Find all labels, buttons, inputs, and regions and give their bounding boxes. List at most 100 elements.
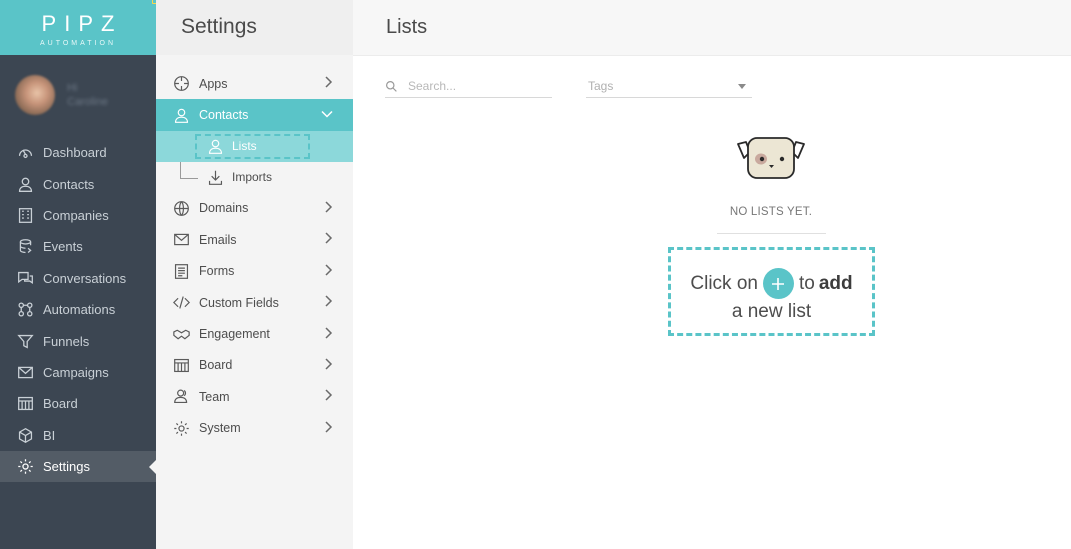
nav-item-settings[interactable]: Settings <box>0 450 156 483</box>
settings-subitem-imports[interactable]: Imports <box>156 162 353 193</box>
cta-middle: to <box>798 272 815 294</box>
settings-item-contacts[interactable]: Contacts <box>156 99 353 131</box>
chevron-down-icon <box>321 108 333 122</box>
nav-item-label: Events <box>43 239 83 255</box>
settings-subitem-lists[interactable]: Lists <box>156 130 353 162</box>
chevron-right-icon <box>323 295 333 310</box>
nav-item-companies[interactable]: Companies <box>0 200 156 231</box>
settings-item-label: Apps <box>199 76 228 91</box>
cta-suffix: a new list <box>731 301 812 322</box>
user-profile[interactable]: Hi Caroline <box>0 55 156 135</box>
nav-item-label: Contacts <box>43 176 95 192</box>
globe-icon <box>172 199 190 217</box>
settings-item-forms[interactable]: Forms <box>156 256 353 287</box>
settings-panel: Settings Apps Contacts Lists Imports Dom… <box>156 0 353 549</box>
settings-item-board[interactable]: Board <box>156 350 353 381</box>
gear-icon <box>16 458 34 476</box>
nav-item-label: Settings <box>43 459 90 475</box>
nav-item-bi[interactable]: BI <box>0 420 156 451</box>
nav-item-automations[interactable]: Automations <box>0 294 156 325</box>
apps-icon <box>172 75 190 93</box>
settings-item-label: Custom Fields <box>199 295 279 310</box>
gear-icon <box>172 419 190 437</box>
empty-state-message: NO LISTS YET. <box>729 206 813 218</box>
settings-item-label: Board <box>199 358 233 373</box>
settings-item-custom-fields[interactable]: Custom Fields <box>156 287 353 318</box>
search-field[interactable] <box>385 75 552 98</box>
nav-item-label: BI <box>43 427 56 443</box>
dashboard-icon <box>16 144 34 162</box>
chat-icon <box>16 269 34 287</box>
nav-item-label: Companies <box>43 207 109 223</box>
mail-icon <box>16 363 34 381</box>
chevron-right-icon <box>323 76 333 91</box>
settings-item-system[interactable]: System <box>156 413 353 444</box>
settings-item-engagement[interactable]: Engagement <box>156 318 353 349</box>
settings-item-label: Team <box>199 389 230 404</box>
chevron-right-icon <box>323 421 333 436</box>
board-icon <box>16 395 34 413</box>
settings-item-emails[interactable]: Emails <box>156 224 353 255</box>
nav-item-dashboard[interactable]: Dashboard <box>0 137 156 168</box>
settings-item-domains[interactable]: Domains <box>156 193 353 224</box>
nav-item-campaigns[interactable]: Campaigns <box>0 357 156 388</box>
chevron-right-icon <box>323 201 333 216</box>
user-icon <box>16 175 34 193</box>
nav-item-label: Conversations <box>43 270 127 286</box>
cta-prefix: Click on <box>690 272 758 294</box>
chevron-right-icon <box>323 389 333 404</box>
settings-item-team[interactable]: Team <box>156 381 353 412</box>
building-icon <box>16 206 34 224</box>
nav-item-label: Funnels <box>43 333 90 349</box>
chevron-right-icon <box>323 264 333 279</box>
nav-item-board[interactable]: Board <box>0 388 156 419</box>
dog-mascot-icon <box>737 137 805 179</box>
settings-menu: Apps Contacts Lists Imports Domains Emai… <box>156 68 353 444</box>
tags-select[interactable]: Tags <box>586 75 752 98</box>
user-icon <box>172 106 190 124</box>
brand-logo[interactable]: PIPZ AUTOMATION <box>0 0 157 55</box>
avatar[interactable] <box>15 75 55 115</box>
chevron-right-icon <box>323 232 333 247</box>
settings-subitem-label: Lists <box>232 139 257 154</box>
nav-item-label: Board <box>43 396 78 412</box>
nav-item-events[interactable]: Events <box>0 231 156 262</box>
nav-item-label: Automations <box>43 302 116 318</box>
search-input[interactable] <box>408 79 538 93</box>
settings-item-label: Engagement <box>199 327 270 342</box>
brand-tagline: AUTOMATION <box>39 40 117 47</box>
code-icon <box>172 294 190 312</box>
settings-item-label: Domains <box>199 201 249 216</box>
cube-icon <box>16 426 34 444</box>
nav-item-funnels[interactable]: Funnels <box>0 325 156 356</box>
settings-title: Settings <box>156 0 353 55</box>
nav-item-label: Dashboard <box>43 145 107 161</box>
page-title: Lists <box>353 0 1071 56</box>
funnel-icon <box>16 332 34 350</box>
nav-item-label: Campaigns <box>43 364 109 380</box>
chevron-right-icon <box>323 327 333 342</box>
nav-item-contacts[interactable]: Contacts <box>0 168 156 199</box>
team-icon <box>172 388 190 406</box>
form-icon <box>172 262 190 280</box>
plus-icon <box>772 277 785 290</box>
board-icon <box>172 356 190 374</box>
settings-item-apps[interactable]: Apps <box>156 68 353 99</box>
profile-greeting: Hi <box>67 82 78 94</box>
settings-item-label: System <box>199 421 241 436</box>
nav-item-conversations[interactable]: Conversations <box>0 263 156 294</box>
main-content: Lists Tags NO LISTS YET. Click on <box>353 0 1071 549</box>
add-list-button[interactable] <box>762 268 794 299</box>
app-window: PIPZ AUTOMATION Hi Caroline Dashboard Co… <box>0 0 1071 549</box>
search-icon <box>386 80 397 92</box>
cta-action: add <box>818 272 853 294</box>
chevron-right-icon <box>323 358 333 373</box>
add-list-callout[interactable]: Click on to add a new list <box>668 247 875 336</box>
main-nav: Dashboard Contacts Companies Events Conv… <box>0 137 156 483</box>
settings-item-label: Contacts <box>199 108 249 123</box>
settings-subitem-label: Imports <box>232 170 273 185</box>
main-sidebar: PIPZ AUTOMATION Hi Caroline Dashboard Co… <box>0 0 157 549</box>
mail-icon <box>172 231 190 249</box>
handshake-icon <box>172 325 190 343</box>
caret-down-icon <box>738 83 746 89</box>
